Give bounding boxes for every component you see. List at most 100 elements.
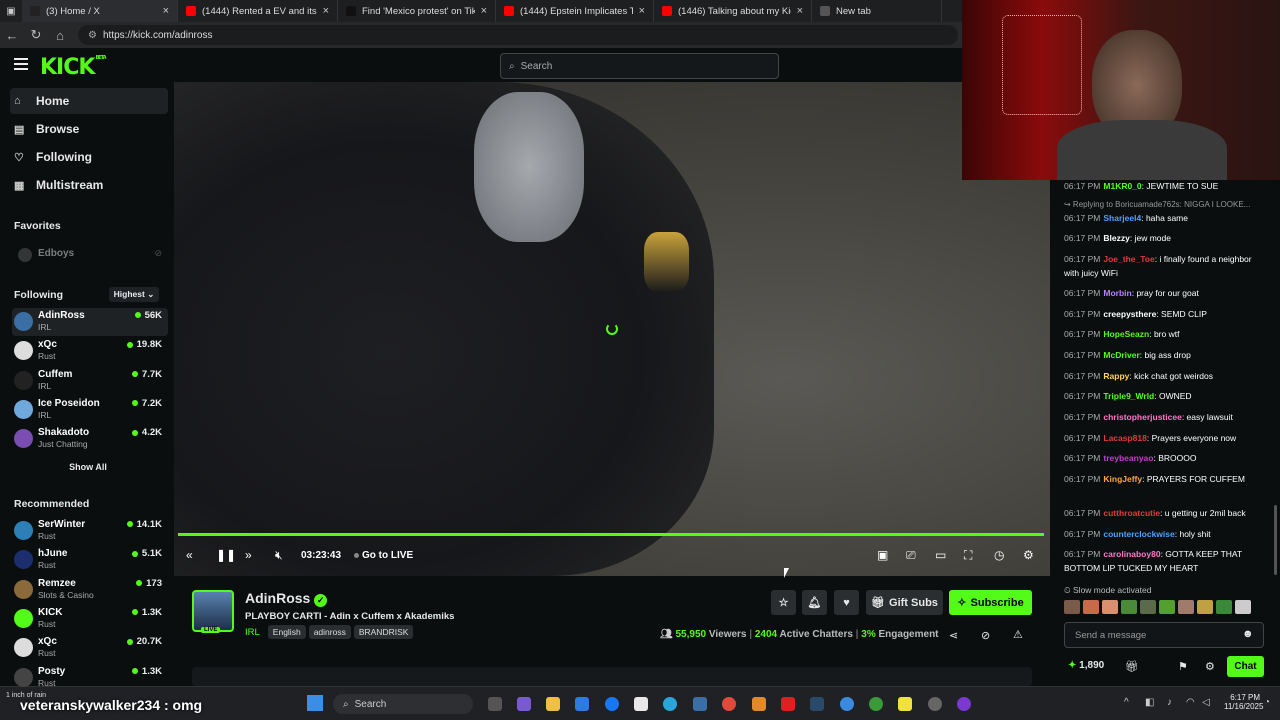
favorite-channel[interactable]: Edboys ⊘: [12, 242, 168, 270]
chat-username[interactable]: KingJeffy: [1103, 474, 1142, 484]
sidebar-nav-multistream[interactable]: ▦ Multistream: [10, 172, 168, 198]
settings-icon[interactable]: ⚙: [1023, 548, 1034, 562]
gift-subs-button[interactable]: 🎁︎ Gift Subs: [866, 590, 943, 615]
copilot-icon[interactable]: [517, 697, 531, 711]
chat-username[interactable]: christopherjusticee: [1103, 412, 1181, 422]
video-player[interactable]: [174, 82, 1050, 576]
chat-username[interactable]: cutthroatcutie: [1103, 508, 1160, 518]
browser-tab[interactable]: New tab: [812, 0, 942, 22]
sort-dropdown[interactable]: Highest ⌄: [109, 287, 159, 302]
steam-icon[interactable]: [810, 697, 824, 711]
amazon-icon[interactable]: [634, 697, 648, 711]
chat-username[interactable]: creepysthere: [1103, 309, 1156, 319]
xbox-icon[interactable]: [869, 697, 883, 711]
browser-tab[interactable]: (3) Home / X ×: [22, 0, 178, 22]
file-explorer-icon[interactable]: [546, 697, 560, 711]
reload-icon[interactable]: ↻: [24, 27, 48, 43]
sidebar-channel[interactable]: xQc Rust 19.8K: [12, 337, 168, 365]
fullscreen-icon[interactable]: ⛶: [964, 548, 972, 563]
sidebar-channel[interactable]: Posty Rust 1.3K: [12, 664, 168, 692]
volume-icon[interactable]: ◁: [1202, 697, 1210, 708]
tag[interactable]: English: [267, 625, 306, 639]
pause-icon[interactable]: ❚❚: [216, 548, 236, 562]
theater-icon[interactable]: ▭: [935, 548, 946, 562]
emote-icon[interactable]: [1102, 600, 1118, 614]
calculator-icon[interactable]: [693, 697, 707, 711]
back-icon[interactable]: ←: [0, 28, 24, 43]
hide-icon[interactable]: ⊘: [981, 629, 990, 642]
miniplayer-icon[interactable]: ▣: [877, 548, 888, 562]
channel-avatar[interactable]: [192, 590, 234, 632]
browser-tab[interactable]: Find 'Mexico protest' on TikTok | ×: [338, 0, 496, 22]
app-icon[interactable]: [957, 697, 971, 711]
vlc-icon[interactable]: [752, 697, 766, 711]
tab-close-icon[interactable]: ×: [797, 5, 803, 17]
favorite-star-button[interactable]: ☆: [771, 590, 796, 615]
forward-icon[interactable]: »: [245, 548, 252, 562]
youtube-icon[interactable]: [781, 697, 795, 711]
notification-icon[interactable]: ◔: [1264, 697, 1270, 708]
facebook-icon[interactable]: [605, 697, 619, 711]
chat-username[interactable]: Morbin: [1103, 288, 1131, 298]
emote-icon[interactable]: [1216, 600, 1232, 614]
channel-points[interactable]: ✦ 1,890: [1068, 660, 1104, 671]
sidebar-nav-following[interactable]: ♡ Following: [10, 144, 168, 170]
windows-start-icon[interactable]: [307, 695, 323, 711]
sidebar-channel[interactable]: Shakadoto Just Chatting 4.2K: [12, 425, 168, 453]
url-field[interactable]: ⚙ https://kick.com/adinross: [78, 25, 958, 45]
taskbar-search[interactable]: ⌕ Search: [333, 694, 473, 714]
search-input[interactable]: ⌕ Search: [500, 53, 779, 79]
sidebar-channel[interactable]: Cuffem IRL 7.7K: [12, 367, 168, 395]
clip-icon[interactable]: ⎚: [906, 548, 916, 563]
sticky-notes-icon[interactable]: [898, 697, 912, 711]
site-info-icon[interactable]: ⚙: [88, 30, 97, 41]
browser-window-icon[interactable]: ▣: [0, 6, 22, 17]
emote-icon[interactable]: [1121, 600, 1137, 614]
tab-close-icon[interactable]: ×: [639, 5, 645, 17]
chat-username[interactable]: M1KR0_0: [1103, 181, 1141, 191]
home-icon[interactable]: ⌂: [48, 28, 72, 43]
wifi-icon[interactable]: ◠: [1186, 697, 1195, 708]
chrome-icon[interactable]: [722, 697, 736, 711]
chat-send-button[interactable]: Chat: [1227, 656, 1264, 677]
chat-username[interactable]: carolinaboy80: [1103, 549, 1160, 559]
clock[interactable]: 6:17 PM 11/16/2025: [1224, 693, 1263, 711]
emote-icon[interactable]: [1083, 600, 1099, 614]
chat-username[interactable]: counterclockwise: [1103, 529, 1174, 539]
chat-username[interactable]: Sharjeel4: [1103, 213, 1141, 223]
browser-tab[interactable]: (1444) Rented a EV and its to say ×: [178, 0, 338, 22]
sidebar-channel[interactable]: Remzee Slots & Casino 173: [12, 576, 168, 604]
chat-settings-icon[interactable]: ⚙: [1205, 660, 1215, 673]
channel-name[interactable]: AdinRoss ✓: [245, 590, 328, 607]
report-icon[interactable]: ⚠: [1013, 628, 1023, 641]
chat-username[interactable]: Joe_the_Toe: [1103, 254, 1154, 264]
notification-button[interactable]: 🔔︎: [802, 590, 827, 615]
emote-icon[interactable]: [1064, 600, 1080, 614]
chat-username[interactable]: Triple9_Wrld: [1103, 391, 1154, 401]
sidebar-channel[interactable]: SerWinter Rust 14.1K: [12, 517, 168, 545]
go-to-live-button[interactable]: Go to LIVE: [354, 550, 413, 561]
follow-button[interactable]: ♥: [834, 590, 859, 615]
rewind-icon[interactable]: «: [186, 548, 193, 562]
menu-icon[interactable]: [14, 58, 28, 70]
chat-username[interactable]: Blezzy: [1103, 233, 1129, 243]
sidebar-channel[interactable]: AdinRoss IRL 56K: [12, 308, 168, 336]
sidebar-channel[interactable]: Ice Poseidon IRL 7.2K: [12, 396, 168, 424]
flag-icon[interactable]: ⚑: [1178, 660, 1188, 673]
emote-icon[interactable]: [1178, 600, 1194, 614]
kick-logo[interactable]: KICKBETA: [40, 55, 107, 80]
microphone-icon[interactable]: ♪: [1167, 697, 1172, 708]
tag[interactable]: BRANDRISK: [353, 625, 414, 639]
mute-icon[interactable]: 🔇︎: [275, 548, 283, 563]
chat-input[interactable]: Send a message: [1064, 622, 1264, 648]
category-link[interactable]: IRL: [245, 627, 260, 638]
emote-icon[interactable]: [1159, 600, 1175, 614]
chat-username[interactable]: treybeanyao: [1103, 453, 1153, 463]
subscribe-button[interactable]: ✧ Subscribe: [949, 590, 1032, 615]
chat-username[interactable]: McDriver: [1103, 350, 1139, 360]
tray-app-icon[interactable]: ◧: [1145, 697, 1154, 708]
task-view-icon[interactable]: [488, 697, 502, 711]
chat-username[interactable]: Lacasp818: [1103, 433, 1146, 443]
sidebar-nav-browse[interactable]: ▤ Browse: [10, 116, 168, 142]
tab-close-icon[interactable]: ×: [163, 5, 169, 17]
